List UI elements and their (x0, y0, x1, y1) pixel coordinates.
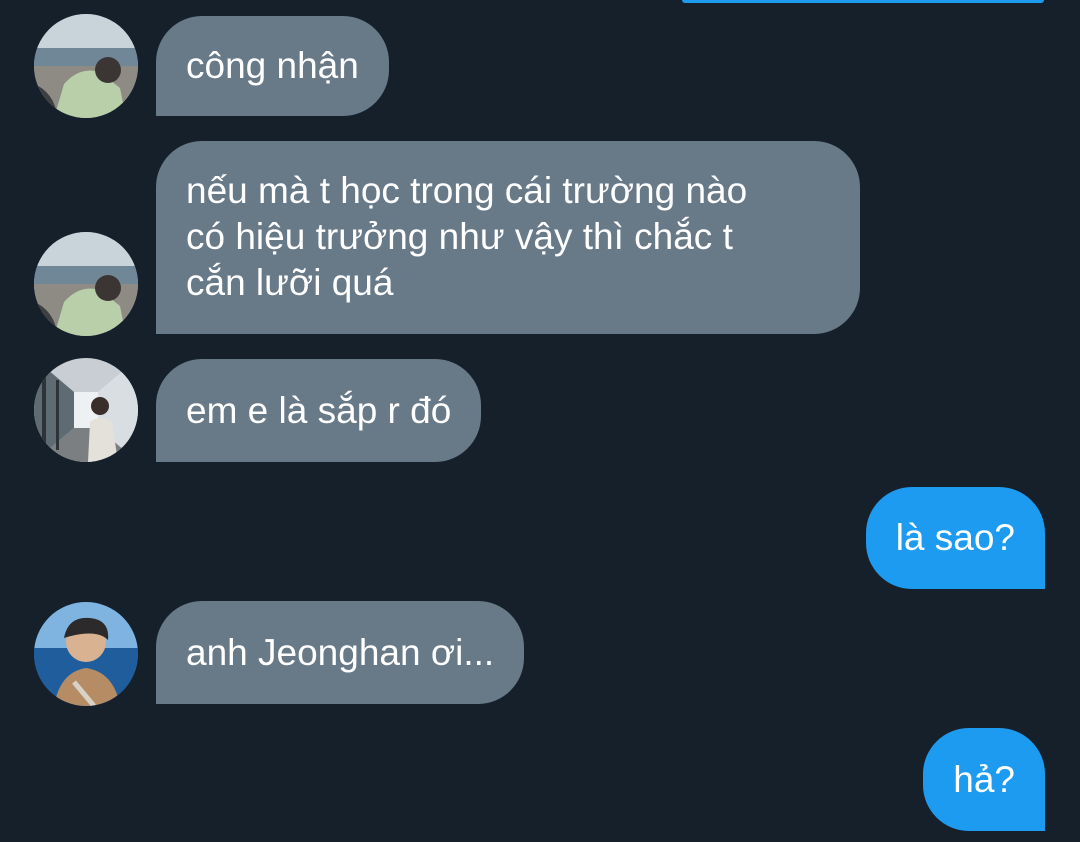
message-text: anh Jeonghan ơi... (186, 632, 495, 673)
message-text-line: có hiệu trưởng như vậy thì chắc t (186, 216, 733, 257)
message-bubble-incoming[interactable]: công nhận (156, 16, 389, 116)
message-bubble-incoming[interactable]: nếu mà t học trong cái trường nào có hiệ… (156, 141, 860, 334)
beach-avatar-image (34, 14, 138, 118)
message-bubble-incoming[interactable]: anh Jeonghan ơi... (156, 601, 525, 704)
beach-avatar[interactable] (34, 14, 138, 118)
message-text-line: nếu mà t học trong cái trường nào (186, 170, 748, 211)
message-text-line: cắn lưỡi quá (186, 262, 394, 303)
beach-avatar-image (34, 232, 138, 336)
message-text: em e là sắp r đó (186, 390, 452, 431)
ocean-avatar-image (34, 602, 138, 706)
corridor-avatar[interactable] (34, 358, 138, 462)
ocean-avatar[interactable] (34, 602, 138, 706)
message-text: hả? (953, 759, 1015, 800)
message-bubble-incoming[interactable]: em e là sắp r đó (156, 359, 482, 462)
message-bubble-outgoing[interactable]: hả? (923, 728, 1045, 831)
message-text: công nhận (186, 45, 359, 86)
message-text: là sao? (895, 517, 1015, 558)
previous-outgoing-bubble-edge (682, 0, 1044, 3)
corridor-avatar-image (34, 358, 138, 462)
beach-avatar[interactable] (34, 232, 138, 336)
chat-screen: công nhận nếu mà t học trong cái trường … (0, 0, 1080, 842)
message-bubble-outgoing[interactable]: là sao? (865, 487, 1045, 589)
